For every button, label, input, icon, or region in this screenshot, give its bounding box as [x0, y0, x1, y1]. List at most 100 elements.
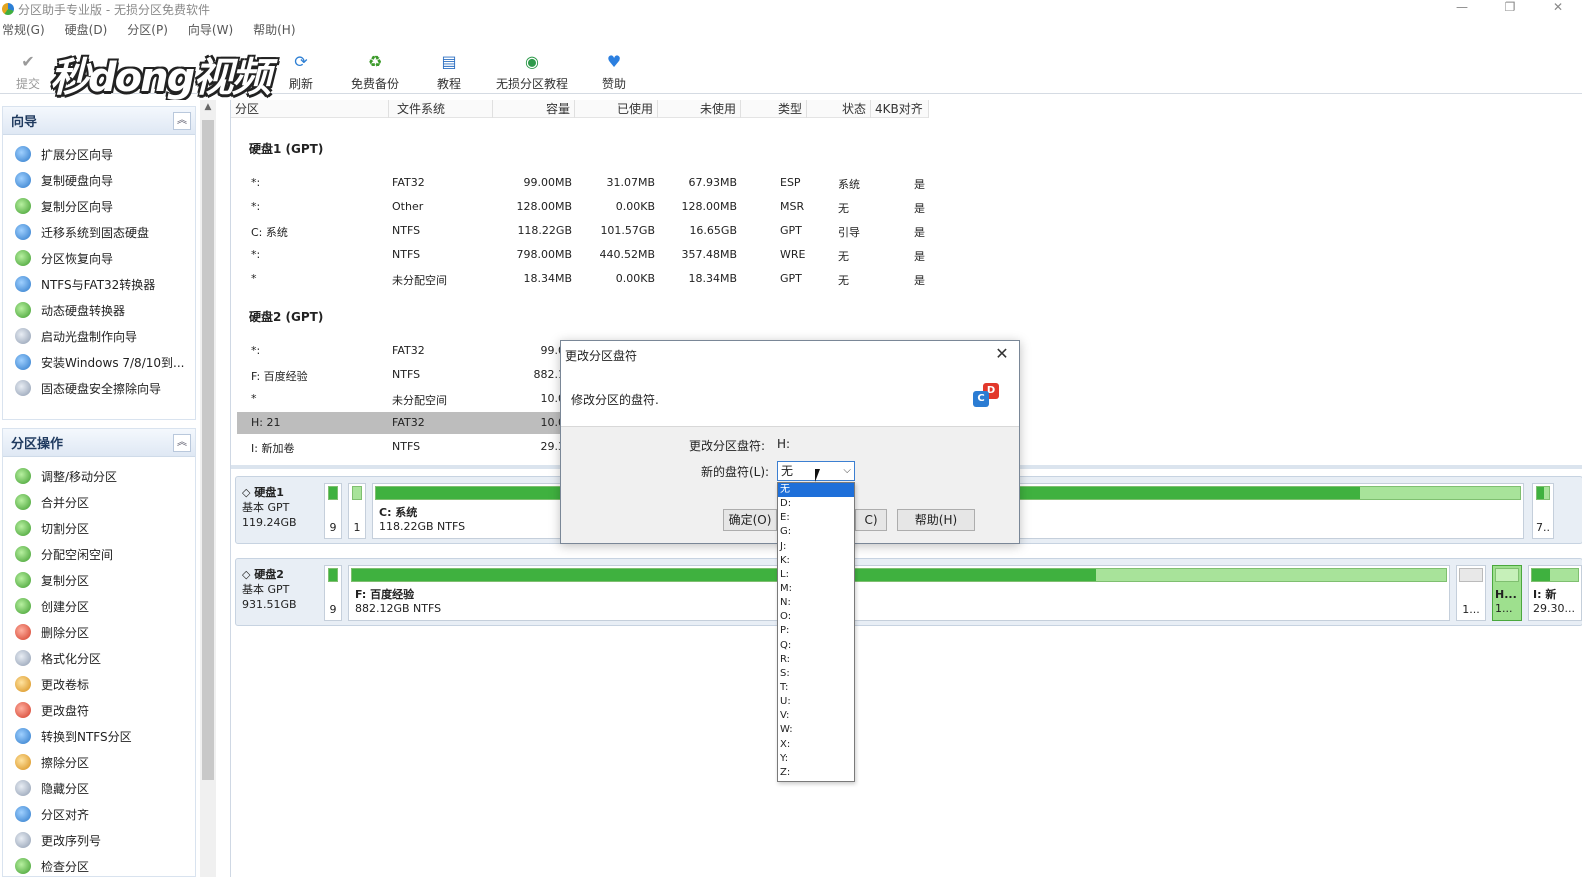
disk1-title[interactable]: 硬盘1 (GPT)	[249, 140, 323, 157]
col-free[interactable]: 未使用	[658, 100, 741, 118]
lossless-tutorial-button[interactable]: ◉ 无损分区教程	[494, 46, 570, 92]
dropdown-option[interactable]: V:	[778, 709, 854, 723]
disk2-unallocated-block[interactable]: 1...	[1456, 565, 1486, 621]
ok-button[interactable]: 确定(O)	[723, 509, 777, 531]
menu-wizard[interactable]: 向导(W)	[186, 20, 243, 40]
col-status[interactable]: 状态	[807, 100, 871, 118]
table-row[interactable]: *: NTFS 798.00MB 440.52MB 357.48MB WRE 无…	[237, 244, 937, 266]
table-row[interactable]: *: FAT32 99.00MB 31.07MB 67.93MB ESP 系统 …	[237, 172, 937, 194]
minimize-icon[interactable]: —	[1438, 0, 1486, 18]
col-filesystem[interactable]: 文件系统	[389, 100, 493, 118]
col-4k-align[interactable]: 4KB对齐	[871, 100, 929, 118]
op-item-format[interactable]: 格式化分区	[3, 645, 195, 671]
donate-button[interactable]: ♥ 赞助	[599, 46, 629, 92]
dropdown-option[interactable]: S:	[778, 667, 854, 681]
table-row[interactable]: *: Other 128.00MB 0.00KB 128.00MB MSR 无 …	[237, 196, 937, 218]
backup-icon: ♻	[367, 51, 383, 71]
wizard-item-ntfs-fat32[interactable]: NTFS与FAT32转换器	[3, 271, 195, 297]
dropdown-option[interactable]: W:	[778, 723, 854, 737]
sidebar-scrollbar[interactable]: ▲	[200, 100, 216, 877]
disk2-info[interactable]: ◇ 硬盘2 基本 GPT 931.51GB	[242, 567, 322, 612]
op-item-align[interactable]: 分区对齐	[3, 801, 195, 827]
disk2-h-block[interactable]: H... 1...	[1492, 565, 1522, 621]
menu-general[interactable]: 常规(G)	[0, 20, 55, 40]
tutorial-button[interactable]: ▤ 教程	[434, 46, 464, 92]
backup-button[interactable]: ♻ 免费备份	[348, 46, 402, 92]
collapse-icon[interactable]: ︽	[173, 111, 191, 130]
op-item-serial[interactable]: 更改序列号	[3, 827, 195, 853]
dropdown-option[interactable]: G:	[778, 525, 854, 539]
cancel-button[interactable]: C)	[855, 509, 887, 531]
op-item-split[interactable]: 切割分区	[3, 515, 195, 541]
disk2-fat-block[interactable]: 9	[324, 565, 342, 621]
op-item-to-ntfs[interactable]: 转换到NTFS分区	[3, 723, 195, 749]
wizard-item-dynamic[interactable]: 动态硬盘转换器	[3, 297, 195, 323]
wizard-item-migrate[interactable]: 迁移系统到固态硬盘	[3, 219, 195, 245]
table-row[interactable]: * 未分配空间 18.34MB 0.00KB 18.34MB GPT 无 是	[237, 268, 937, 290]
dialog-titlebar[interactable]: 更改分区盘符 ✕	[561, 341, 1019, 369]
dropdown-option[interactable]: 无	[778, 483, 854, 498]
disk1-esp-block[interactable]: 9	[324, 483, 342, 539]
wizard-item-recovery[interactable]: 分区恢复向导	[3, 245, 195, 271]
col-used[interactable]: 已使用	[575, 100, 658, 118]
scroll-thumb[interactable]	[202, 120, 214, 780]
disk1-msr-block[interactable]: 1	[348, 483, 366, 539]
serial-icon	[15, 832, 31, 848]
dropdown-option[interactable]: E:	[778, 511, 854, 525]
col-capacity[interactable]: 容量	[493, 100, 575, 118]
close-icon[interactable]: ✕	[993, 345, 1011, 363]
op-item-check[interactable]: 检查分区	[3, 853, 195, 877]
wizard-item-ssd-erase[interactable]: 固态硬盘安全擦除向导	[3, 375, 195, 401]
op-item-allocate[interactable]: 分配空闲空间	[3, 541, 195, 567]
menu-disk[interactable]: 硬盘(D)	[63, 20, 118, 40]
col-type[interactable]: 类型	[741, 100, 807, 118]
current-letter-label: 更改分区盘符:	[689, 439, 766, 453]
table-row[interactable]: C: 系统 NTFS 118.22GB 101.57GB 16.65GB GPT…	[237, 220, 937, 242]
dropdown-option[interactable]: D:	[778, 497, 854, 511]
op-item-delete[interactable]: 删除分区	[3, 619, 195, 645]
dropdown-option[interactable]: J:	[778, 540, 854, 554]
wizard-item-install-windows[interactable]: 安装Windows 7/8/10到...	[3, 349, 195, 375]
dropdown-option[interactable]: U:	[778, 695, 854, 709]
menu-help[interactable]: 帮助(H)	[251, 20, 305, 40]
op-item-copy[interactable]: 复制分区	[3, 567, 195, 593]
disk2-f-block[interactable]: F: 百度经验 882.12GB NTFS	[348, 565, 1450, 621]
submit-button[interactable]: ✔ 提交	[12, 46, 44, 92]
wizard-item-copy-disk[interactable]: 复制硬盘向导	[3, 167, 195, 193]
op-item-resize[interactable]: 调整/移动分区	[3, 463, 195, 489]
disk1-info[interactable]: ◇ 硬盘1 基本 GPT 119.24GB	[242, 485, 322, 530]
scroll-up-icon[interactable]: ▲	[200, 102, 216, 116]
dropdown-option[interactable]: O:	[778, 610, 854, 624]
op-item-change-letter[interactable]: 更改盘符	[3, 697, 195, 723]
dropdown-option[interactable]: Q:	[778, 639, 854, 653]
dropdown-option[interactable]: K:	[778, 554, 854, 568]
close-window-icon[interactable]: ✕	[1534, 0, 1582, 18]
submit-label: 提交	[15, 77, 40, 91]
cell-type: MSR	[780, 200, 805, 213]
op-item-label-change[interactable]: 更改卷标	[3, 671, 195, 697]
menu-partition[interactable]: 分区(P)	[125, 20, 178, 40]
op-item-merge[interactable]: 合并分区	[3, 489, 195, 515]
op-item-hide[interactable]: 隐藏分区	[3, 775, 195, 801]
disk2-title[interactable]: 硬盘2 (GPT)	[249, 308, 323, 325]
wizard-item-copy-partition[interactable]: 复制分区向导	[3, 193, 195, 219]
help-button[interactable]: 帮助(H)	[897, 509, 975, 531]
wizard-item-bootcd[interactable]: 启动光盘制作向导	[3, 323, 195, 349]
dropdown-option[interactable]: Y:	[778, 752, 854, 766]
dropdown-option[interactable]: P:	[778, 624, 854, 638]
restore-icon[interactable]: ❐	[1486, 0, 1534, 18]
col-partition[interactable]: 分区	[231, 100, 389, 118]
collapse-icon[interactable]: ︽	[173, 433, 191, 452]
dropdown-option[interactable]: X:	[778, 738, 854, 752]
dropdown-option[interactable]: R:	[778, 653, 854, 667]
dropdown-option[interactable]: N:	[778, 596, 854, 610]
op-item-create[interactable]: 创建分区	[3, 593, 195, 619]
dropdown-option[interactable]: T:	[778, 681, 854, 695]
dropdown-option[interactable]: L:	[778, 568, 854, 582]
dropdown-option[interactable]: M:	[778, 582, 854, 596]
disk1-wre-block[interactable]: 7..	[1532, 483, 1554, 539]
disk2-i-block[interactable]: I: 新 29.30...	[1528, 565, 1582, 621]
op-item-wipe[interactable]: 擦除分区	[3, 749, 195, 775]
wizard-item-extend[interactable]: 扩展分区向导	[3, 141, 195, 167]
dropdown-option[interactable]: Z:	[778, 766, 854, 780]
